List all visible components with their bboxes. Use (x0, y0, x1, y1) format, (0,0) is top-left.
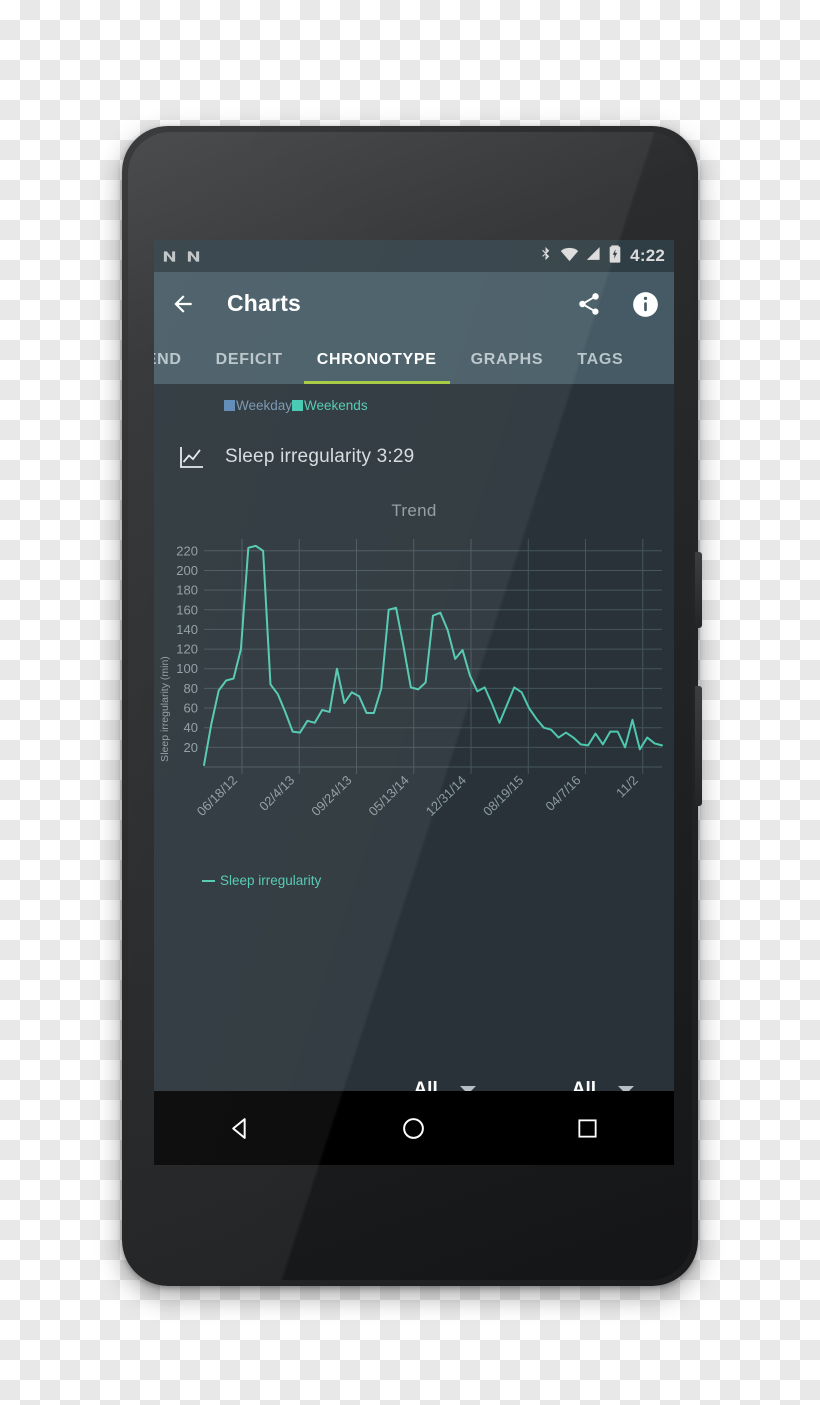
share-icon[interactable] (576, 291, 602, 317)
svg-text:09/24/13: 09/24/13 (308, 773, 354, 819)
svg-text:60: 60 (184, 701, 198, 716)
chart-y-tick-labels: 20 40 60 80 100 120 140 160 180 200 220 (176, 543, 198, 755)
tab-trend[interactable]: TREND (154, 335, 199, 384)
nav-home-circle-icon[interactable] (399, 1113, 429, 1143)
svg-text:06/18/12: 06/18/12 (194, 773, 240, 819)
svg-text:05/13/14: 05/13/14 (365, 773, 411, 819)
svg-text:40: 40 (184, 720, 198, 735)
legend-item-weekends: Weekends (292, 398, 368, 413)
app-bar: Charts (154, 272, 674, 335)
back-arrow-icon[interactable] (170, 291, 196, 317)
tab-label: GRAPHS (470, 350, 544, 368)
status-bar-system-icons: 4:22 (538, 244, 665, 268)
legend-swatch-weekday (224, 399, 235, 411)
tab-chronotype[interactable]: CHRONOTYPE (300, 335, 454, 384)
android-navigation-bar (154, 1091, 674, 1165)
info-icon[interactable] (632, 291, 658, 317)
volume-rocker-button[interactable] (695, 686, 702, 806)
status-bar: 4:22 (154, 240, 674, 272)
svg-text:80: 80 (184, 681, 198, 696)
nav-back-triangle-icon[interactable] (226, 1113, 256, 1143)
chart-y-axis-label: Sleep irregularity (min) (159, 656, 171, 762)
tab-scroller: TREND DEFICIT CHRONOTYPE GRAPHS TAGS (154, 335, 640, 384)
summary-row: Sleep irregularity 3:29 (154, 442, 674, 472)
status-bar-notifications (162, 249, 201, 264)
svg-text:200: 200 (176, 563, 198, 578)
app-bar-actions (576, 291, 658, 317)
svg-text:180: 180 (176, 583, 198, 598)
tab-tags[interactable]: TAGS (560, 335, 640, 384)
n-notification-icon (186, 249, 201, 264)
svg-text:140: 140 (176, 622, 198, 637)
bluetooth-icon (538, 245, 553, 267)
phone-screen: 4:22 Charts ND DEFICIT CHRONOTYPE GRAPHS… (154, 240, 674, 1165)
page-title: Charts (227, 290, 302, 316)
chart-x-tick-labels: 06/18/12 02/4/13 09/24/13 05/13/14 12/31/14 0… (194, 773, 641, 819)
series-legend: Sleep irregularity (154, 873, 674, 888)
line-chart-icon (179, 445, 205, 469)
status-bar-clock: 4:22 (630, 246, 665, 265)
phone-device: 4:22 Charts ND DEFICIT CHRONOTYPE GRAPHS… (122, 126, 702, 1286)
svg-text:12/31/14: 12/31/14 (423, 773, 469, 819)
legend-swatch-weekends (292, 399, 304, 411)
tab-deficit[interactable]: DEFICIT (199, 335, 300, 384)
power-button[interactable] (695, 552, 702, 628)
svg-text:04/7/16: 04/7/16 (542, 773, 583, 814)
series-legend-label: Sleep irregularity (220, 873, 322, 888)
battery-charging-icon (609, 244, 621, 268)
summary-text: Sleep irregularity 3:29 (225, 446, 415, 467)
cellular-signal-icon (586, 246, 602, 266)
svg-text:220: 220 (176, 543, 198, 558)
svg-text:100: 100 (176, 661, 198, 676)
series-legend-dash-icon (202, 879, 215, 882)
legend-label-weekday: Weekday (236, 397, 293, 413)
chart-series-line (203, 544, 663, 767)
tab-label: TAGS (577, 350, 624, 368)
chart-title: Trend (391, 501, 437, 520)
nav-recents-square-icon[interactable] (572, 1113, 602, 1143)
category-legend: Weekday Weekends (154, 392, 674, 418)
tab-label: TREND (154, 350, 182, 368)
svg-text:120: 120 (176, 642, 198, 657)
tab-label: CHRONOTYPE (316, 350, 437, 368)
n-notification-icon (162, 249, 177, 264)
phone-body: 4:22 Charts ND DEFICIT CHRONOTYPE GRAPHS… (128, 132, 692, 1280)
svg-text:11/2: 11/2 (613, 773, 641, 801)
tab-label: DEFICIT (215, 350, 283, 368)
svg-text:160: 160 (176, 602, 198, 617)
legend-item-weekday: Weekday (224, 398, 292, 413)
trend-chart-svg: 20 40 60 80 100 120 140 160 180 200 220 06/18/12 02… (159, 539, 663, 819)
trend-chart[interactable]: 20 40 60 80 100 120 140 160 180 200 220 06/18/12 02… (154, 529, 674, 869)
chronotype-content: Weekday Weekends Sleep irregularity 3:29… (154, 384, 674, 1115)
svg-text:08/19/15: 08/19/15 (480, 773, 526, 819)
tab-bar: TREND DEFICIT CHRONOTYPE GRAPHS TAGS (154, 335, 674, 384)
tab-graphs[interactable]: GRAPHS (454, 335, 561, 384)
wifi-icon (560, 246, 579, 267)
svg-text:02/4/13: 02/4/13 (256, 773, 297, 814)
legend-label-weekends: Weekends (304, 397, 368, 413)
svg-text:20: 20 (184, 740, 198, 755)
